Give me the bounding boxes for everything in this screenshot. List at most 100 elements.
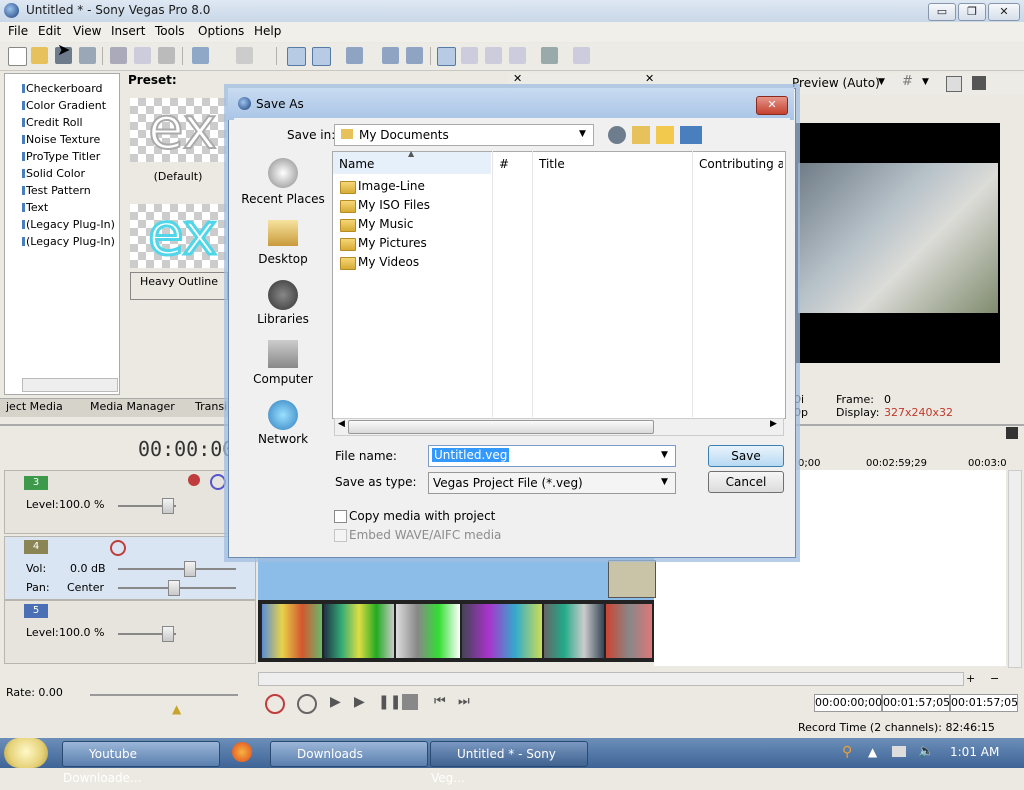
- new-file-icon[interactable]: [8, 47, 27, 66]
- generator-checkerboard[interactable]: Checkerboard: [26, 82, 103, 95]
- file-row[interactable]: My Music: [358, 217, 413, 231]
- copy-media-checkbox[interactable]: [334, 510, 347, 523]
- zoom-out-icon[interactable]: −: [990, 672, 999, 685]
- menu-view[interactable]: View: [73, 24, 101, 38]
- video-event[interactable]: [324, 604, 394, 658]
- level-slider-knob[interactable]: [162, 498, 174, 514]
- copy-snapshot-icon[interactable]: [946, 76, 962, 92]
- menu-tools[interactable]: Tools: [155, 24, 185, 38]
- crossfade-icon[interactable]: [382, 47, 399, 64]
- preset-thumb-default[interactable]: ex: [130, 98, 226, 162]
- cut-icon[interactable]: [110, 47, 127, 64]
- go-to-end-button[interactable]: ⏭: [458, 694, 470, 709]
- undo-icon[interactable]: [192, 47, 209, 64]
- firefox-icon[interactable]: [232, 742, 252, 762]
- menu-insert[interactable]: Insert: [111, 24, 145, 38]
- loop-button[interactable]: [297, 694, 317, 714]
- pan-slider-knob[interactable]: [168, 580, 180, 596]
- back-arrow-icon[interactable]: [608, 126, 626, 144]
- column-header-name[interactable]: Name: [339, 157, 374, 171]
- track-fx-icon[interactable]: [188, 474, 200, 486]
- timeline-menu-icon[interactable]: [1006, 427, 1018, 439]
- volume-slider[interactable]: [118, 568, 236, 570]
- network-icon[interactable]: [268, 400, 298, 430]
- file-row[interactable]: Image-Line: [358, 179, 425, 193]
- save-as-type-dropdown[interactable]: Vegas Project File (*.veg) ▼: [428, 472, 676, 494]
- computer-icon[interactable]: [268, 340, 298, 368]
- generator-hscrollbar[interactable]: [22, 378, 118, 392]
- selection-tool-icon[interactable]: [485, 47, 502, 64]
- snap-icon[interactable]: [346, 47, 363, 64]
- recent-places-icon[interactable]: [268, 158, 298, 188]
- file-row[interactable]: My ISO Files: [358, 198, 430, 212]
- record-button[interactable]: [265, 694, 285, 714]
- place-recent-places[interactable]: Recent Places: [236, 192, 330, 206]
- file-row[interactable]: My Videos: [358, 255, 419, 269]
- scroll-right-icon[interactable]: ▶: [770, 419, 777, 429]
- generator-test-pattern[interactable]: Test Pattern: [26, 184, 91, 197]
- menu-help[interactable]: Help: [254, 24, 281, 38]
- play-from-start-button[interactable]: ▶: [330, 694, 341, 710]
- generator-noise-texture[interactable]: Noise Texture: [26, 133, 100, 146]
- close-button[interactable]: ✕: [988, 3, 1020, 21]
- tray-volume-icon[interactable]: 🔈: [918, 744, 934, 759]
- video-event[interactable]: [262, 604, 322, 658]
- track-mute-icon[interactable]: [210, 474, 226, 490]
- selection-length-time[interactable]: 00:01:57;05: [950, 694, 1018, 712]
- menu-file[interactable]: File: [8, 24, 28, 38]
- column-header-contributing-artists[interactable]: Contributing art: [699, 157, 783, 171]
- event-fx-icon[interactable]: [406, 47, 423, 64]
- save-button[interactable]: Save: [708, 445, 784, 467]
- libraries-icon[interactable]: [268, 280, 298, 310]
- taskbar-item-downloads[interactable]: Downloads: [270, 741, 428, 767]
- vegas-app-icon[interactable]: [4, 3, 19, 18]
- auto-ripple-icon[interactable]: [287, 47, 306, 66]
- new-folder-icon[interactable]: [656, 126, 674, 144]
- file-list-scroll-thumb[interactable]: [348, 420, 654, 434]
- generator-text[interactable]: Text: [26, 201, 48, 214]
- timeline-vscrollbar[interactable]: [1008, 470, 1022, 668]
- timeline-hscrollbar[interactable]: [258, 672, 964, 686]
- generator-legacy-v[interactable]: (Legacy Plug-In) V: [26, 235, 118, 248]
- maximize-button[interactable]: ❐: [958, 3, 986, 21]
- save-snapshot-icon[interactable]: [972, 76, 986, 90]
- normal-edit-tool-icon[interactable]: [437, 47, 456, 66]
- video-event[interactable]: [462, 604, 542, 658]
- tray-search-icon[interactable]: ⚲: [842, 744, 852, 760]
- dialog-close-button[interactable]: ✕: [756, 96, 788, 115]
- place-desktop[interactable]: Desktop: [236, 252, 330, 266]
- file-row[interactable]: My Pictures: [358, 236, 427, 250]
- play-button[interactable]: ▶: [354, 694, 365, 710]
- menu-edit[interactable]: Edit: [38, 24, 61, 38]
- up-folder-icon[interactable]: [632, 126, 650, 144]
- generator-solid-color[interactable]: Solid Color: [26, 167, 85, 180]
- taskbar-item-vegas[interactable]: Untitled * - Sony Veg...: [430, 741, 588, 785]
- preview-quality-dropdown[interactable]: Preview (Auto): [792, 76, 880, 90]
- audio-event[interactable]: [608, 560, 656, 598]
- place-libraries[interactable]: Libraries: [236, 312, 330, 326]
- zoom-tool-icon[interactable]: [509, 47, 526, 64]
- menu-options[interactable]: Options: [198, 24, 244, 38]
- level-slider-knob[interactable]: [162, 626, 174, 642]
- copy-icon[interactable]: [134, 47, 151, 64]
- taskbar-item-chrome[interactable]: Youtube Downloade...: [62, 741, 220, 785]
- tab-project-media[interactable]: ject Media: [6, 400, 63, 413]
- record-arm-icon[interactable]: [110, 540, 126, 556]
- generator-color-gradient[interactable]: Color Gradient: [26, 99, 106, 112]
- tray-flag-icon[interactable]: [892, 746, 906, 757]
- video-event[interactable]: [606, 604, 652, 658]
- paste-icon[interactable]: [158, 47, 175, 64]
- open-folder-icon[interactable]: [31, 47, 48, 64]
- start-button[interactable]: [4, 738, 48, 768]
- scroll-left-icon[interactable]: ◀: [338, 419, 345, 429]
- panel-close-icon[interactable]: ✕: [645, 72, 654, 85]
- grid-overlay-icon[interactable]: #: [902, 74, 913, 89]
- envelope-tool-icon[interactable]: [461, 47, 478, 64]
- pause-button[interactable]: ❚❚: [378, 694, 401, 710]
- place-network[interactable]: Network: [236, 432, 330, 446]
- column-header-title[interactable]: Title: [539, 157, 565, 171]
- volume-slider-knob[interactable]: [184, 561, 196, 577]
- chevron-down-icon[interactable]: ▼: [922, 77, 929, 87]
- lock-envelopes-icon[interactable]: [312, 47, 331, 66]
- view-menu-icon[interactable]: [680, 126, 702, 144]
